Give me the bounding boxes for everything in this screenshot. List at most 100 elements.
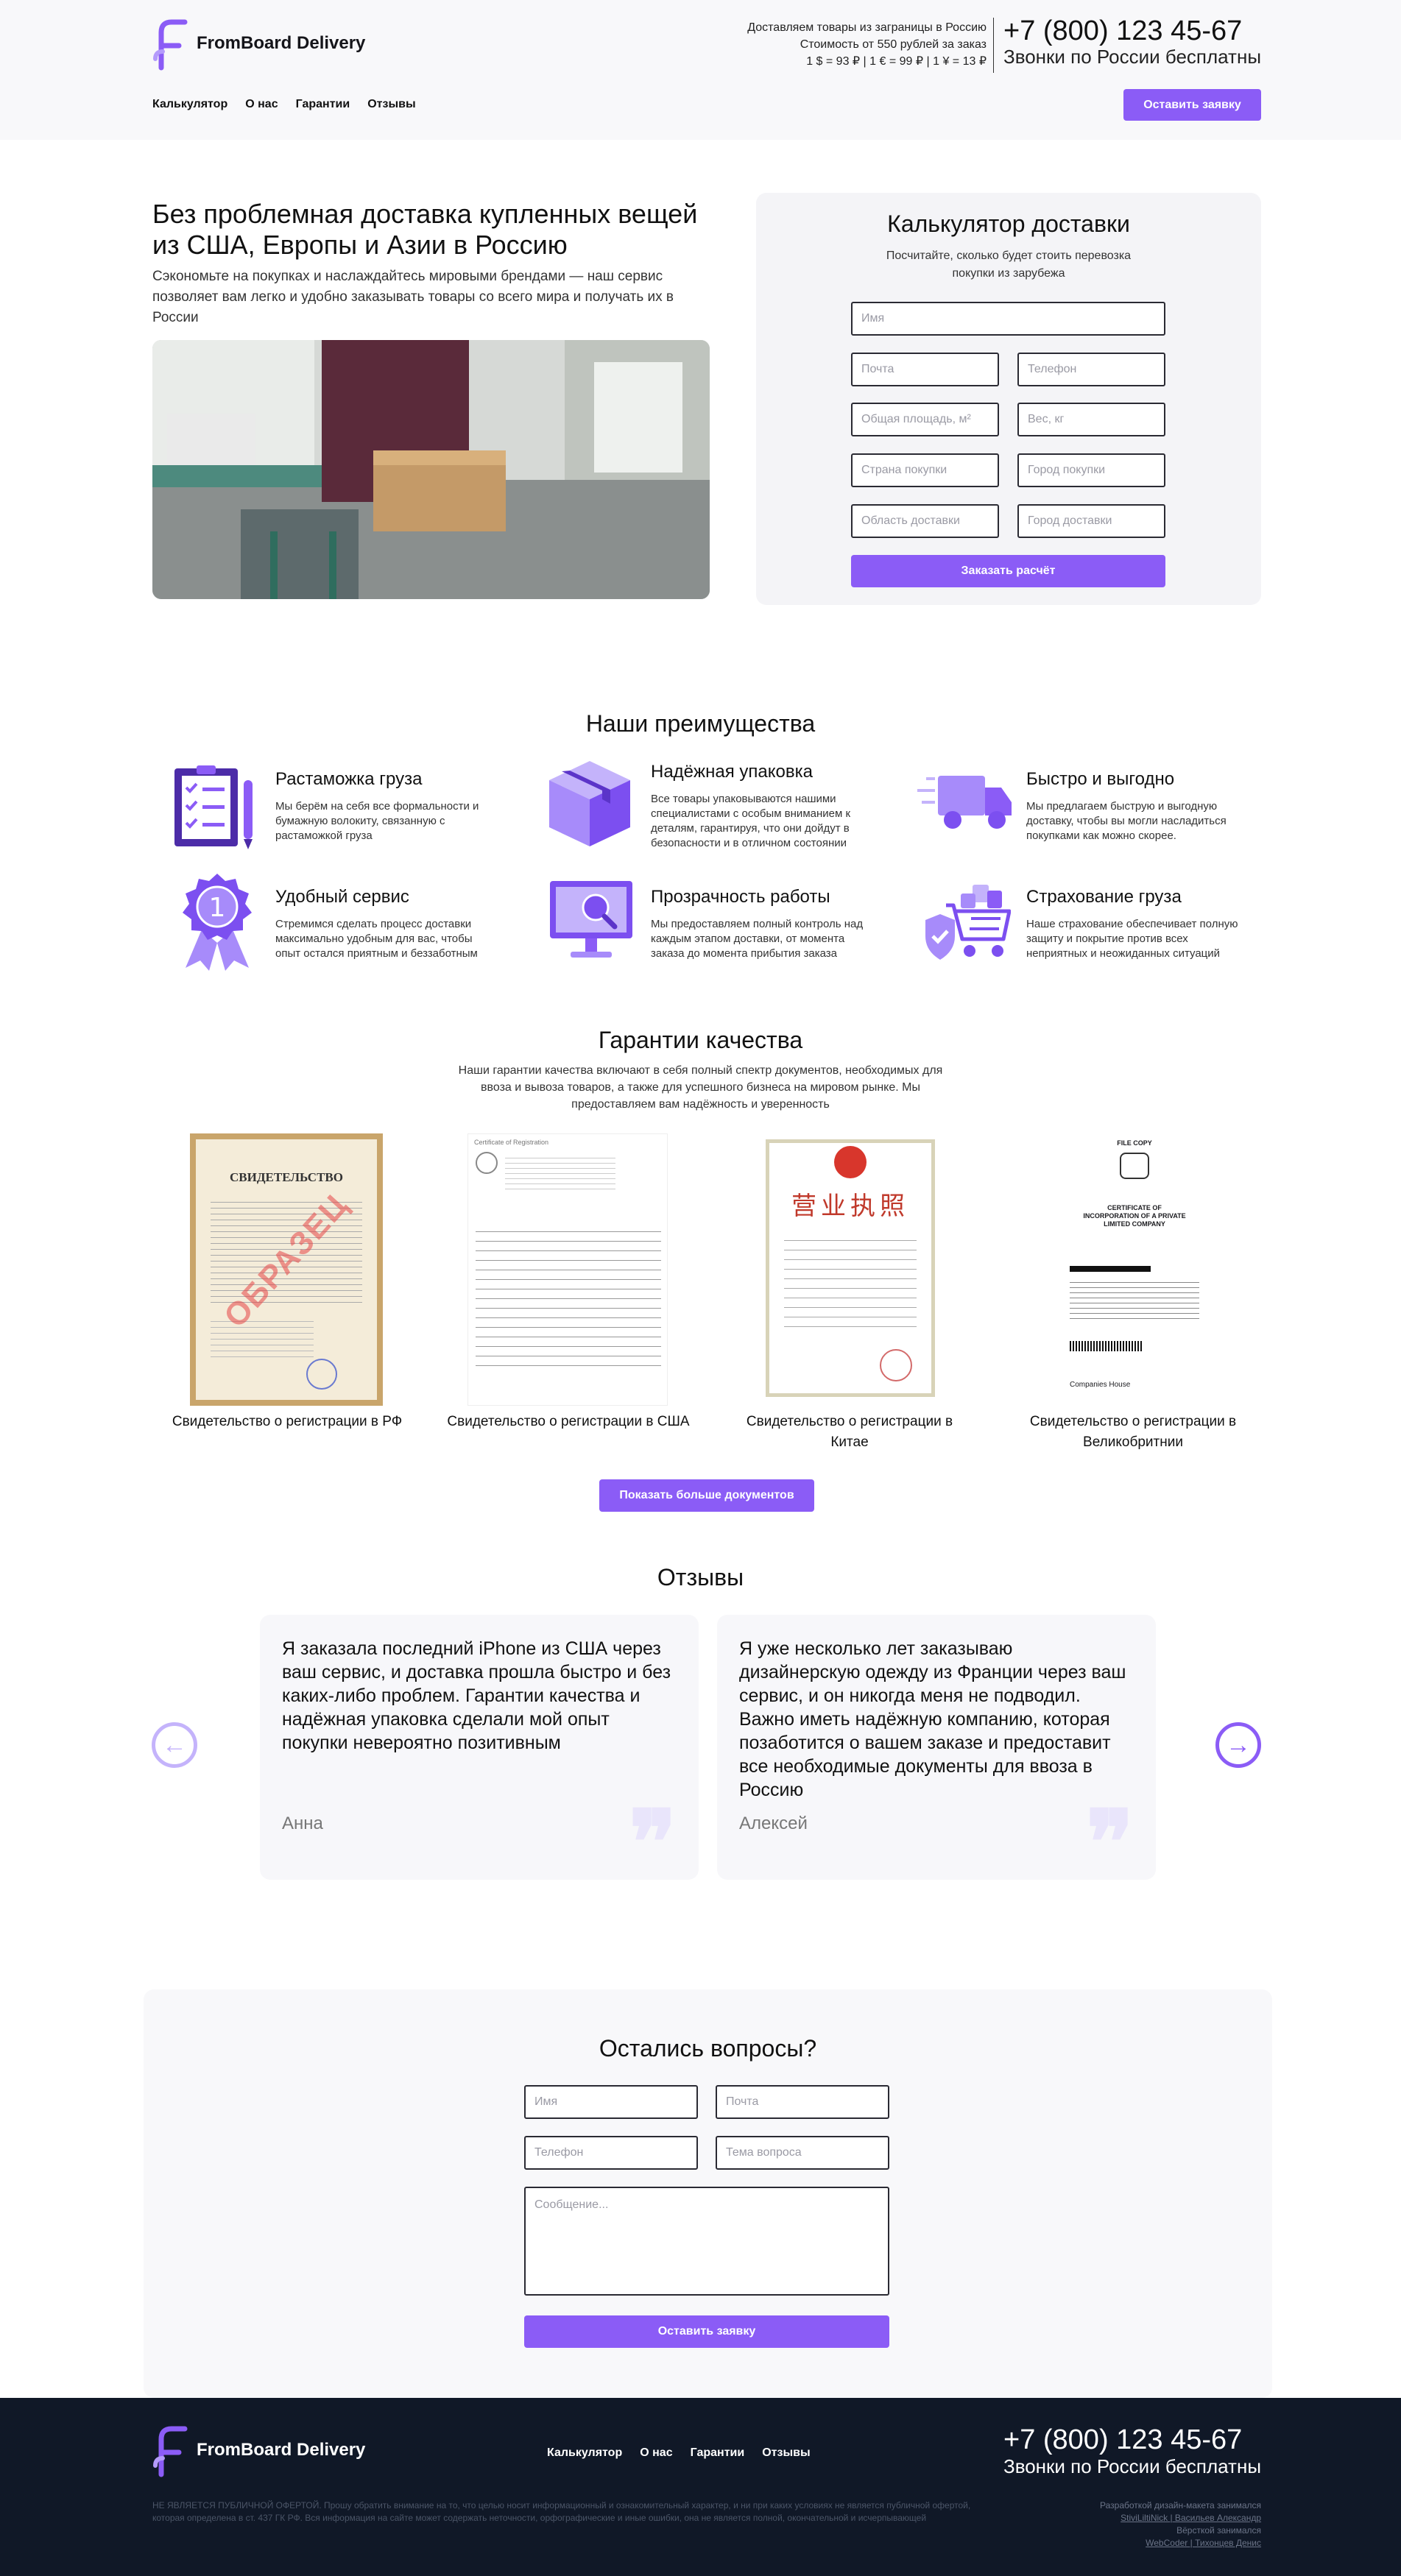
advantage-title: Прозрачность работы — [651, 887, 830, 907]
credit-line: Разработкой дизайн-макета занимался — [1100, 2500, 1261, 2510]
next-review-button[interactable]: → — [1215, 1722, 1261, 1768]
monitor-search-icon — [550, 881, 632, 958]
phone-note: Звонки по России бесплатны — [1003, 46, 1262, 68]
arrow-right-icon: → — [1226, 1730, 1251, 1759]
quote-icon: ❞ — [629, 1791, 677, 1894]
logo-icon — [153, 2426, 188, 2477]
document-caption: Свидетельство о регистрации в США — [447, 1414, 690, 1429]
review-card: Я уже несколько лет заказываю дизайнерск… — [717, 1615, 1156, 1894]
hero-title: Без проблемная доставка купленных вещей … — [152, 199, 698, 260]
document-uk[interactable]: FILE COPY CERTIFICATE OF INCORPORATION O… — [1056, 1133, 1213, 1410]
doc-heading: СВИДЕТЕЛЬСТВО — [230, 1170, 343, 1184]
advantage-title: Страхование груза — [1026, 887, 1182, 907]
doc-heading: Certificate of Registration — [474, 1139, 549, 1146]
country-field[interactable]: Страна покупки — [851, 453, 999, 487]
hero-image — [152, 340, 710, 599]
review-author: Анна — [282, 1814, 323, 1833]
document-caption: Свидетельство о регистрации в Великобрит… — [1029, 1414, 1237, 1450]
nav-guarantees[interactable]: Гарантии — [296, 98, 350, 111]
nav-calculator[interactable]: Калькулятор — [152, 98, 227, 111]
footer-phone[interactable]: +7 (800) 123 45-67 — [1003, 2424, 1242, 2456]
legal-disclaimer: НЕ ЯВЛЯЕТСЯ ПУБЛИЧНОЙ ОФЕРТОЙ. Прошу обр… — [152, 2500, 971, 2523]
questions-section: Остались вопросы? Имя Почта Телефон Тема… — [144, 1989, 1272, 2398]
calculator-title: Калькулятор доставки — [887, 210, 1130, 237]
review-card: Я заказала последний iPhone из США через… — [260, 1615, 699, 1894]
nav-calculator[interactable]: Калькулятор — [547, 2446, 622, 2460]
guarantees-title: Гарантии качества — [598, 1027, 803, 1053]
nav-guarantees[interactable]: Гарантии — [691, 2446, 745, 2460]
area-field[interactable]: Общая площадь, м² — [851, 403, 999, 436]
document-cn[interactable]: 营业执照 — [766, 1139, 935, 1397]
nav-reviews[interactable]: Отзывы — [762, 2446, 810, 2460]
nav-about[interactable]: О нас — [640, 2446, 672, 2460]
phone-field[interactable]: Телефон — [1017, 353, 1165, 386]
name-field[interactable]: Имя — [524, 2085, 698, 2119]
arrow-left-icon: ← — [162, 1730, 187, 1759]
dest-city-field[interactable]: Город доставки — [1017, 504, 1165, 538]
advantage-text: Наше страхование обеспечивает полную защ… — [1026, 918, 1238, 960]
divider — [993, 18, 994, 73]
info-line: 1 $ = 93 ₽ | 1 € = 99 ₽ | 1 ¥ = 13 ₽ — [806, 55, 987, 68]
logo-icon — [153, 19, 188, 71]
region-field[interactable]: Область доставки — [851, 504, 999, 538]
quote-icon: ❞ — [1086, 1791, 1134, 1894]
submit-question-button[interactable]: Оставить заявку — [524, 2315, 889, 2348]
credits: Разработкой дизайн-макета занимался Stiv… — [1100, 2499, 1261, 2550]
brand-name: FromBoard Delivery — [197, 2440, 366, 2460]
email-field[interactable]: Почта — [716, 2085, 889, 2119]
footer-nav: Калькулятор О нас Гарантии Отзывы — [547, 2446, 811, 2460]
advantage-text: Мы предлагаем быструю и выгодную доставк… — [1026, 800, 1227, 842]
checklist-icon — [174, 765, 253, 849]
header-phone[interactable]: +7 (800) 123 45-67 — [1003, 15, 1242, 47]
advantage-title: Быстро и выгодно — [1026, 769, 1175, 789]
guarantees-text: Наши гарантии качества включают в себя п… — [458, 1064, 943, 1111]
advantage-title: Растаможка груза — [275, 769, 423, 789]
advantage-text: Все товары упаковываются нашими специали… — [651, 793, 851, 849]
reviews-title: Отзывы — [657, 1564, 744, 1590]
calculate-button[interactable]: Заказать расчёт — [851, 555, 1165, 587]
prev-review-button[interactable]: ← — [152, 1722, 197, 1768]
questions-title: Остались вопросы? — [599, 2035, 817, 2062]
document-ru[interactable]: СВИДЕТЕЛЬСТВО ОБРАЗЕЦ — [190, 1133, 383, 1406]
phone-field[interactable]: Телефон — [524, 2136, 698, 2170]
medal-icon: 1 — [183, 874, 252, 971]
header-info: Доставляем товары из заграницы в Россию … — [747, 19, 987, 70]
weight-field[interactable]: Вес, кг — [1017, 403, 1165, 436]
logo[interactable]: FromBoard Delivery — [151, 16, 365, 71]
review-text: Я уже несколько лет заказываю дизайнерск… — [739, 1638, 1126, 1800]
doc-heading: 营业执照 — [791, 1192, 909, 1221]
footer-logo[interactable]: FromBoard Delivery — [151, 2423, 365, 2477]
truck-icon — [917, 776, 1012, 829]
header: FromBoard Delivery Доставляем товары из … — [0, 0, 1401, 140]
hero-subtitle: Сэкономьте на покупках и наслаждайтесь м… — [152, 269, 674, 325]
topic-field[interactable]: Тема вопроса — [716, 2136, 889, 2170]
document-caption: Свидетельство о регистрации в РФ — [172, 1414, 403, 1429]
svg-text:1: 1 — [209, 893, 226, 923]
advantage-text: Мы предоставляем полный контроль над каж… — [651, 918, 864, 960]
city-field[interactable]: Город покупки — [1017, 453, 1165, 487]
advantage-title: Удобный сервис — [275, 887, 409, 907]
doc-top-label: FILE COPY — [1117, 1139, 1152, 1147]
brand-name: FromBoard Delivery — [197, 33, 366, 53]
doc-footer: Companies House — [1070, 1381, 1131, 1389]
document-caption: Свидетельство о регистрации в Китае — [746, 1414, 953, 1450]
email-field[interactable]: Почта — [851, 353, 999, 386]
header-cta-button[interactable]: Оставить заявку — [1123, 89, 1261, 121]
nav-reviews[interactable]: Отзывы — [367, 98, 415, 111]
designer-link[interactable]: StiviLiltiNick | Васильев Александр — [1100, 2512, 1261, 2524]
nav-about[interactable]: О нас — [245, 98, 278, 111]
advantage-title: Надёжная упаковка — [651, 762, 813, 782]
box-icon — [549, 761, 630, 846]
advantages-title: Наши преимущества — [585, 710, 816, 737]
developer-link[interactable]: WebCoder | Тихонцев Денис — [1100, 2537, 1261, 2550]
calculator-subtitle: Посчитайте, сколько будет стоить перевоз… — [886, 250, 1132, 280]
info-line: Доставляем товары из заграницы в Россию — [747, 21, 987, 34]
show-more-documents-button[interactable]: Показать больше документов — [599, 1479, 814, 1512]
message-textarea[interactable]: Сообщение... — [524, 2187, 889, 2296]
document-us[interactable]: Certificate of Registration — [467, 1133, 668, 1406]
shield-cart-icon — [925, 885, 1011, 960]
name-field[interactable]: Имя — [851, 302, 1165, 336]
advantage-text: Стремимся сделать процесс доставки макси… — [275, 918, 478, 960]
credit-line: Вёрсткой занимался — [1176, 2525, 1261, 2536]
phone-note: Звонки по России бесплатны — [1003, 2455, 1262, 2477]
